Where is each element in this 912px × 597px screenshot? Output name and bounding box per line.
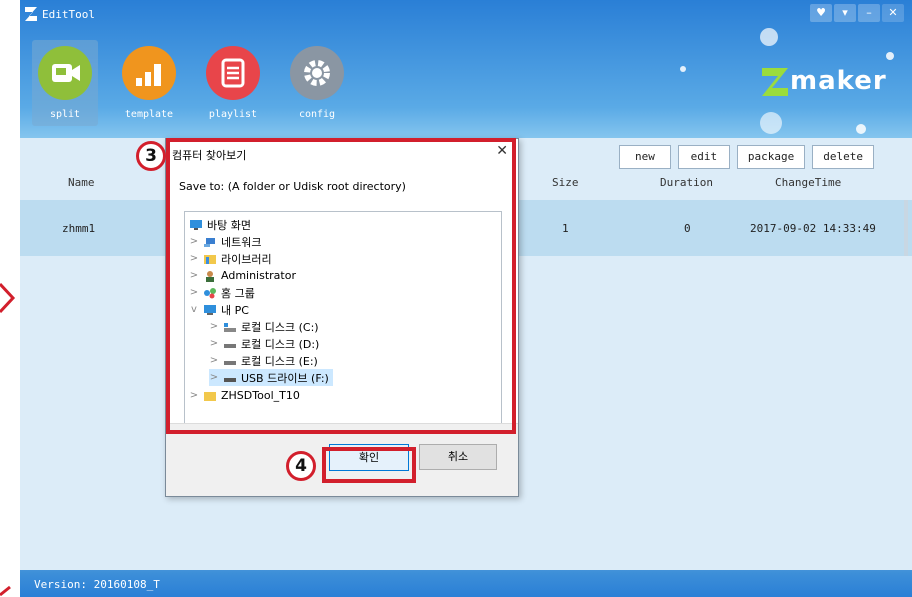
cell-name: zhmm1	[62, 222, 96, 235]
favorite-button[interactable]: ♥	[810, 4, 832, 22]
tool-split-button[interactable]: split	[32, 40, 98, 126]
tool-template-label: template	[124, 109, 174, 120]
annotation-step-4: 4	[286, 451, 316, 481]
window-title: EditTool	[42, 8, 95, 21]
column-size[interactable]: Size	[552, 176, 579, 189]
tool-config-button[interactable]: config	[284, 40, 350, 126]
annotation-step-3: 3	[136, 141, 166, 171]
version-label: Version: 20160108_T	[34, 578, 160, 591]
brand-text: maker	[790, 66, 887, 96]
decor-bubble	[760, 112, 782, 134]
annotation-highlight-tree	[166, 138, 516, 434]
app-logo-icon	[25, 7, 37, 21]
zmaker-z-icon	[762, 68, 788, 96]
title-bar: EditTool ♥ ▾ – ✕	[20, 0, 912, 32]
decor-bubble	[680, 66, 686, 72]
package-button[interactable]: package	[736, 145, 806, 169]
menu-dropdown-button[interactable]: ▾	[834, 4, 856, 22]
decor-bubble	[856, 124, 866, 134]
video-camera-icon	[38, 46, 92, 100]
cancel-button[interactable]: 취소	[419, 444, 497, 470]
tool-playlist-button[interactable]: playlist	[200, 40, 266, 126]
new-button[interactable]: new	[618, 145, 671, 169]
tool-playlist-label: playlist	[208, 109, 258, 120]
window-controls: ♥ ▾ – ✕	[810, 4, 904, 22]
document-list-icon	[206, 46, 260, 100]
edit-button[interactable]: edit	[677, 145, 730, 169]
cell-size: 1	[562, 222, 569, 235]
annotation-arrow-bottom	[0, 585, 11, 597]
tool-config-label: config	[298, 109, 336, 120]
action-buttons: new edit package delete	[618, 145, 874, 169]
tool-split-label: split	[49, 109, 81, 120]
gear-icon	[290, 46, 344, 100]
column-duration[interactable]: Duration	[660, 176, 713, 189]
column-changetime[interactable]: ChangeTime	[775, 176, 841, 189]
bar-chart-icon	[122, 46, 176, 100]
column-name[interactable]: Name	[68, 176, 95, 189]
delete-button[interactable]: delete	[812, 145, 874, 169]
zmaker-logo: maker	[760, 62, 890, 102]
decor-bubble	[886, 52, 894, 60]
annotation-arrow-left	[0, 282, 16, 314]
annotation-highlight-ok	[322, 447, 416, 483]
close-window-button[interactable]: ✕	[882, 4, 904, 22]
tool-template-button[interactable]: template	[116, 40, 182, 126]
status-bar: Version: 20160108_T	[20, 569, 912, 597]
scrollbar[interactable]	[904, 200, 908, 256]
cell-changetime: 2017-09-02 14:33:49	[750, 222, 876, 235]
cell-duration: 0	[684, 222, 691, 235]
minimize-button[interactable]: –	[858, 4, 880, 22]
